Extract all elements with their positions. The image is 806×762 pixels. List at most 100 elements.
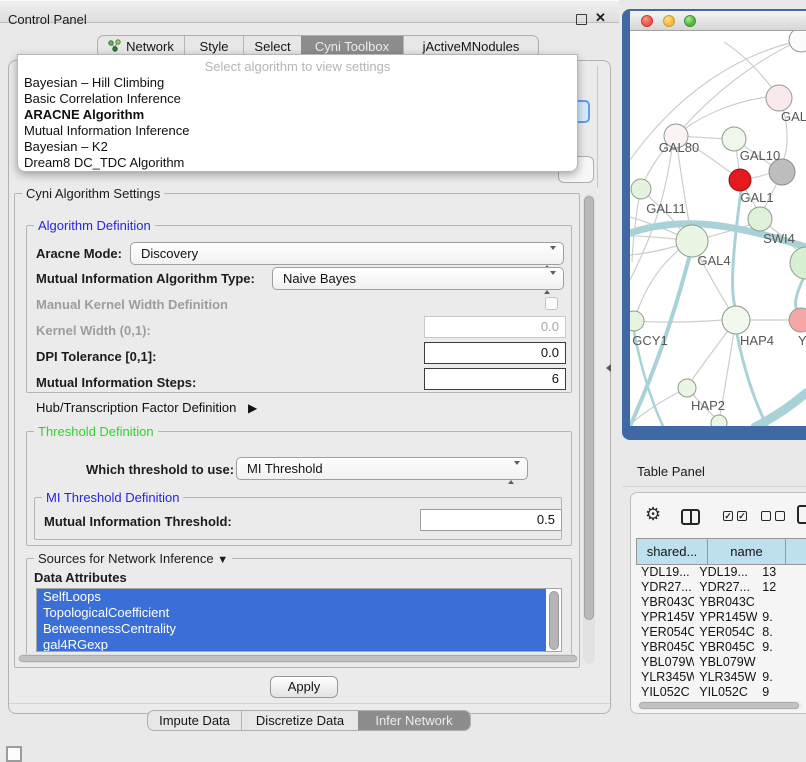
panel-divider [9, 703, 610, 704]
algorithm-option[interactable]: Bayesian – Hill Climbing [22, 75, 573, 91]
bottom-tabbar: Impute Data Discretize DataInfer Network [147, 710, 471, 731]
checked-checkbox-icon[interactable]: ✓ [737, 511, 747, 521]
algorithm-option[interactable]: Bayesian – K2 [22, 139, 573, 155]
threshold-definition-legend: Threshold Definition [34, 424, 158, 439]
table-cell: 12 [757, 580, 806, 595]
spinner-arrows-icon [544, 247, 556, 268]
table-cell: YBR043C [636, 595, 694, 610]
network-node[interactable] [789, 308, 806, 332]
panel-splitter-arrow-icon[interactable] [606, 364, 611, 372]
algorithm-dropdown-list: Bayesian – Hill ClimbingBasic Correlatio… [22, 75, 573, 171]
apply-button[interactable]: Apply [270, 676, 338, 698]
table-cell [757, 655, 806, 670]
table-cell: YBL079W [694, 655, 757, 670]
table-header-row: shared...nameA [636, 538, 806, 565]
network-icon [108, 39, 121, 55]
tab-impute-data[interactable]: Impute Data [148, 711, 241, 730]
gear-icon[interactable]: ⚙ [645, 505, 661, 523]
network-node[interactable] [631, 179, 651, 199]
network-node[interactable] [766, 85, 792, 111]
network-node-labels: GALGAL80GAL10GAL1GAL11SWI4GAL4GCY1HAP4YH… [632, 109, 806, 413]
network-node[interactable] [789, 31, 806, 52]
aracne-mode-select[interactable]: Discovery [130, 242, 564, 265]
network-view-canvas[interactable]: GALGAL80GAL10GAL1GAL11SWI4GAL4GCY1HAP4YH… [630, 31, 806, 426]
columns-icon[interactable] [681, 509, 700, 525]
unchecked-checkbox-icon[interactable] [761, 511, 771, 521]
close-panel-icon[interactable]: ✕ [595, 10, 606, 26]
algorithm-option[interactable]: ARACNE Algorithm [22, 107, 573, 123]
table-row[interactable]: YIL052CYIL052C9 [636, 685, 806, 696]
attribute-item[interactable]: SelfLoops [37, 589, 546, 605]
unchecked-checkbox-icon[interactable] [775, 511, 785, 521]
table-cell: YER054C [636, 625, 694, 640]
table-row[interactable]: YLR345WYLR345W9. [636, 670, 806, 685]
mi-type-select[interactable]: Naive Bayes [272, 267, 564, 290]
table-row[interactable]: YDL19...YDL19...13 [636, 565, 806, 580]
tab-label: Cyni Toolbox [315, 39, 389, 54]
attribute-item[interactable]: gal4RGexp [37, 637, 546, 652]
column-header[interactable]: name [708, 538, 786, 565]
table-row[interactable]: YBR043CYBR043C [636, 595, 806, 610]
tab-discretize-data[interactable]: Discretize Data [241, 711, 358, 730]
table-cell: YER054C [694, 625, 757, 640]
checked-checkbox-icon[interactable]: ✓ [723, 511, 733, 521]
manual-kernel-checkbox[interactable] [545, 297, 558, 310]
table-cell: YBR045C [694, 640, 757, 655]
tab-label: Impute Data [159, 713, 230, 728]
application-window: Control Panel ✕ NetworkStyleSelectCyni T… [0, 0, 806, 762]
tab-infer-network[interactable]: Infer Network [358, 711, 470, 730]
network-window-titlebar[interactable] [630, 11, 806, 31]
hub-section-toggle[interactable]: Hub/Transcription Factor Definition ▶ [36, 400, 257, 415]
minimized-panel-grip[interactable] [6, 746, 22, 762]
algorithm-option[interactable]: Basic Correlation Inference [22, 91, 573, 107]
column-header[interactable]: shared... [636, 538, 708, 565]
network-node[interactable] [630, 311, 644, 331]
hub-section-label: Hub/Transcription Factor Definition [36, 400, 236, 415]
attribute-item[interactable]: TopologicalCoefficient [37, 605, 546, 621]
window-close-traffic-light[interactable] [641, 15, 653, 27]
algorithm-option[interactable]: Dream8 DC_TDC Algorithm [22, 155, 573, 171]
network-node[interactable] [748, 207, 772, 231]
table-cell: 9. [757, 610, 806, 625]
table-row[interactable]: YPR145WYPR145W9. [636, 610, 806, 625]
dpi-tolerance-field[interactable]: 0.0 [424, 342, 566, 364]
network-graph: GALGAL80GAL10GAL1GAL11SWI4GAL4GCY1HAP4YH… [630, 31, 806, 426]
aracne-mode-value: Discovery [141, 246, 198, 261]
expanded-arrow-icon: ▼ [217, 554, 228, 566]
attribute-item[interactable]: BetweennessCentrality [37, 621, 546, 637]
kernel-width-field[interactable]: 0.0 [424, 316, 566, 338]
settings-horizontal-scrollbar[interactable] [18, 654, 578, 663]
node-label: GAL11 [646, 201, 686, 216]
algorithm-option[interactable]: Mutual Information Inference [22, 123, 573, 139]
table-cell: YBR043C [694, 595, 757, 610]
column-header[interactable]: A [786, 538, 806, 565]
tab-label: jActiveMNodules [423, 39, 520, 54]
table-row[interactable]: YBR045CYBR045C9. [636, 640, 806, 655]
hidden-groupbox-border [597, 66, 598, 188]
table-cell: YBR045C [636, 640, 694, 655]
table-cell: YLR345W [636, 670, 694, 685]
which-threshold-select[interactable]: MI Threshold [236, 457, 528, 480]
window-zoom-traffic-light[interactable] [684, 15, 696, 27]
node-label: HAP2 [691, 398, 725, 413]
network-node[interactable] [722, 306, 750, 334]
algorithm-dropdown-popup: Select algorithm to view settings Bayesi… [17, 54, 578, 172]
network-node[interactable] [678, 379, 696, 397]
table-cell: YDR27... [636, 580, 694, 595]
window-minimize-traffic-light[interactable] [663, 15, 675, 27]
settings-vertical-scrollbar[interactable] [583, 194, 595, 664]
network-node[interactable] [729, 169, 751, 191]
table-row[interactable]: YDR27...YDR27...12 [636, 580, 806, 595]
document-icon[interactable] [797, 505, 806, 524]
table-row[interactable]: YBL079WYBL079W [636, 655, 806, 670]
sources-legend[interactable]: Sources for Network Inference ▼ [34, 551, 232, 566]
mi-steps-field[interactable]: 6 [424, 368, 566, 390]
table-row[interactable]: YER054CYER054C8. [636, 625, 806, 640]
network-node[interactable] [711, 415, 727, 426]
attributes-list-scrollbar[interactable] [549, 591, 559, 650]
mi-threshold-field[interactable]: 0.5 [420, 509, 562, 531]
table-horizontal-scrollbar[interactable] [638, 701, 802, 710]
network-node[interactable] [790, 247, 806, 279]
float-panel-icon[interactable] [576, 14, 587, 25]
node-label: GCY1 [632, 333, 667, 348]
